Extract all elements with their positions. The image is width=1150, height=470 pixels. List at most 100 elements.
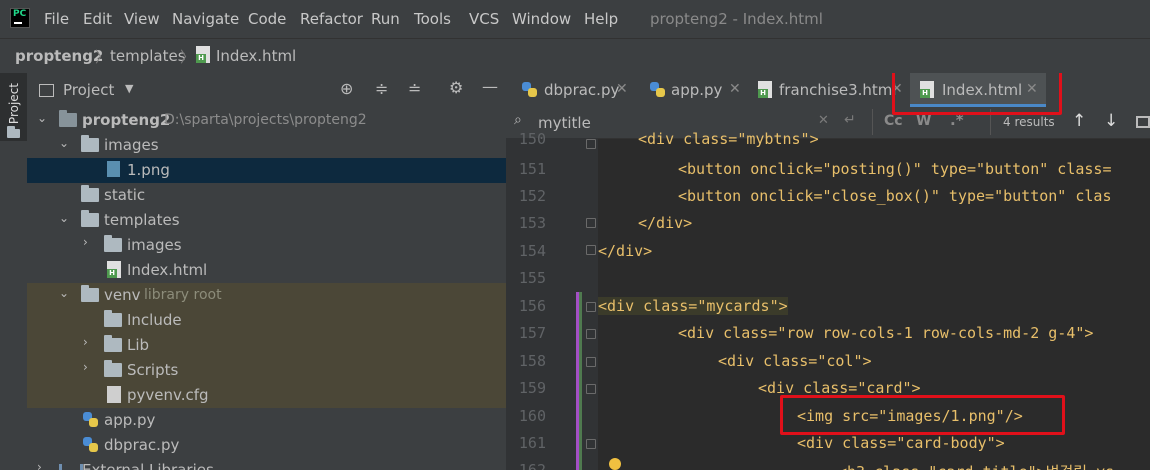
locate-icon[interactable]: ⊕ [340, 79, 353, 98]
menu-view[interactable]: View [124, 10, 160, 28]
tree-item-label: External Libraries [82, 461, 214, 470]
gear-icon[interactable]: ⚙ [449, 78, 463, 97]
tab-label: franchise3.html [779, 81, 897, 99]
tree-item-app-py[interactable]: app.py [27, 408, 506, 433]
code-line: <button onclick="posting()" type="button… [678, 160, 1112, 178]
menu-navigate[interactable]: Navigate [172, 10, 239, 28]
line-number: 158 [518, 352, 546, 370]
breadcrumb-file[interactable]: Index.html [216, 47, 296, 65]
line-number: 154 [518, 242, 546, 260]
tree-item-path: D:\sparta\projects\propteng2 [164, 112, 367, 128]
tree-item-label: pyvenv.cfg [127, 386, 209, 404]
tree-item-index-html[interactable]: H Index.html [27, 258, 506, 283]
folder-icon [104, 360, 122, 377]
tree-item-project-root[interactable]: ⌄ propteng2 D:\sparta\projects\propteng2 [27, 108, 506, 133]
tree-item-1png[interactable]: 1.png [27, 158, 506, 183]
whole-words-button[interactable]: W [916, 113, 931, 129]
tree-item-label: templates [104, 211, 180, 229]
folder-icon [81, 210, 99, 227]
tree-item-include[interactable]: Include [27, 308, 506, 333]
tree-item-scripts[interactable]: › Scripts [27, 358, 506, 383]
line-number: 152 [518, 187, 546, 205]
chevron-right-icon[interactable]: › [83, 360, 93, 374]
code-line: <div class="mycards"> [598, 297, 788, 315]
tree-item-templates[interactable]: ⌄ templates [27, 208, 506, 233]
tree-item-venv[interactable]: ⌄ venv library root [27, 283, 506, 308]
chevron-right-icon[interactable]: › [37, 460, 47, 470]
project-tool-button[interactable]: Project [0, 73, 27, 141]
pycharm-logo-icon: PC [10, 8, 30, 28]
tree-item-static[interactable]: static [27, 183, 506, 208]
project-panel-title[interactable]: Project [63, 81, 114, 99]
arrow-down-icon[interactable]: ↓ [1104, 111, 1118, 131]
menu-window[interactable]: Window [512, 10, 571, 28]
tree-item-label: Lib [127, 336, 150, 354]
fold-marker-icon[interactable] [586, 139, 596, 149]
select-all-occurrences-icon[interactable] [1136, 116, 1150, 128]
breadcrumb-templates[interactable]: templates [110, 47, 186, 65]
line-number: 155 [518, 269, 546, 287]
tab-label: dbprac.py [544, 81, 620, 99]
menu-run[interactable]: Run [371, 10, 400, 28]
menu-refactor[interactable]: Refactor [300, 10, 363, 28]
fold-marker-icon[interactable] [586, 439, 596, 449]
chevron-down-icon[interactable]: ⌄ [37, 111, 47, 125]
chevron-down-icon[interactable]: ⌄ [59, 286, 69, 300]
editor-area: dbprac.py ✕ app.py ✕ H franchise3.html ✕… [506, 73, 1150, 470]
chevron-right-icon[interactable]: › [83, 335, 93, 349]
fold-marker-icon[interactable] [586, 245, 596, 255]
match-case-button[interactable]: Cc [884, 113, 903, 129]
tree-item-label: images [127, 236, 182, 254]
menu-file[interactable]: File [44, 10, 69, 28]
fold-marker-icon[interactable] [586, 357, 596, 367]
collapse-all-icon[interactable]: ≐ [408, 79, 421, 98]
folder-icon [7, 126, 20, 138]
chevron-down-icon[interactable]: ⌄ [59, 211, 69, 225]
tab-app-py[interactable]: app.py ✕ [636, 73, 746, 107]
tree-item-pyvenv-cfg[interactable]: pyvenv.cfg [27, 383, 506, 408]
tree-item-external-libraries[interactable]: › External Libraries [27, 458, 506, 470]
minimize-icon[interactable]: — [482, 77, 498, 96]
tab-dbprac-py[interactable]: dbprac.py ✕ [506, 73, 634, 107]
menu-vcs[interactable]: VCS [469, 10, 499, 28]
arrow-up-icon[interactable]: ↑ [1072, 111, 1086, 131]
project-tool-label: Project [7, 83, 21, 125]
tool-window-strip: Project [0, 73, 28, 470]
menu-code[interactable]: Code [248, 10, 286, 28]
tree-item-dbprac-py[interactable]: dbprac.py [27, 433, 506, 458]
chevron-down-icon[interactable]: ⌄ [59, 136, 69, 150]
tree-item-images[interactable]: ⌄ images [27, 133, 506, 158]
tab-franchise3-html[interactable]: H franchise3.html ✕ [748, 73, 908, 107]
clear-icon[interactable]: ✕ [818, 113, 829, 128]
menu-tools[interactable]: Tools [414, 10, 451, 28]
html-file-icon: H [196, 46, 210, 63]
image-file-icon [107, 161, 120, 177]
fold-marker-icon[interactable] [586, 329, 596, 339]
fold-marker-icon[interactable] [586, 302, 596, 312]
line-number: 161 [518, 434, 546, 452]
menu-edit[interactable]: Edit [83, 10, 112, 28]
tree-item-note: library root [144, 287, 222, 303]
chevron-down-icon[interactable]: ▼ [125, 82, 133, 95]
line-number: 162 [518, 461, 546, 470]
tree-item-templates-images[interactable]: › images [27, 233, 506, 258]
folder-icon [81, 135, 99, 152]
close-icon[interactable]: ✕ [616, 81, 628, 97]
menu-help[interactable]: Help [584, 10, 618, 28]
line-number: 160 [518, 407, 546, 425]
html-file-icon: H [107, 261, 121, 278]
library-icon [59, 464, 83, 470]
chevron-right-icon[interactable]: › [83, 235, 93, 249]
fold-marker-icon[interactable] [586, 384, 596, 394]
lightbulb-icon[interactable] [609, 458, 621, 470]
expand-all-icon[interactable]: ≑ [375, 79, 388, 98]
close-icon[interactable]: ✕ [729, 81, 741, 97]
newline-icon[interactable]: ↵ [844, 112, 856, 128]
tree-item-label: Scripts [127, 361, 179, 379]
tree-item-label: static [104, 186, 146, 204]
tree-item-lib[interactable]: › Lib [27, 333, 506, 358]
breadcrumb-project[interactable]: propteng2 [15, 47, 103, 65]
fold-marker-icon[interactable] [586, 218, 596, 228]
folder-icon [104, 310, 122, 327]
search-icon[interactable]: ⌕ [514, 112, 522, 128]
